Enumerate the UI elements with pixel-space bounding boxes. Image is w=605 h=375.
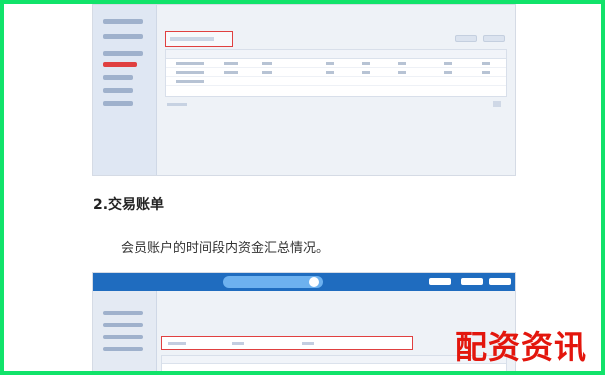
- sidebar-item[interactable]: [103, 347, 143, 351]
- sidebar: [93, 291, 157, 371]
- app-header-bar: [93, 273, 515, 291]
- highlighted-tab[interactable]: [165, 31, 233, 47]
- watermark-logo: 配资资讯: [455, 328, 588, 366]
- table-row[interactable]: [166, 59, 506, 68]
- screenshot-bottom: [92, 272, 516, 371]
- table-header: [166, 50, 506, 59]
- table-row[interactable]: [166, 77, 506, 86]
- sidebar-item[interactable]: [103, 34, 143, 39]
- header-button[interactable]: [461, 278, 483, 285]
- app-logo: [223, 276, 323, 288]
- sidebar-item[interactable]: [103, 101, 133, 106]
- table-footer-text: [167, 103, 187, 106]
- sidebar-item[interactable]: [103, 19, 143, 24]
- screenshot-top: [92, 4, 516, 176]
- page-frame: 2.交易账单 会员账户的时间段内资金汇总情况。 配资资讯: [0, 0, 605, 375]
- header-button[interactable]: [429, 278, 451, 285]
- toolbar-buttons: [455, 35, 505, 42]
- pagination[interactable]: [493, 101, 501, 107]
- sidebar-item[interactable]: [103, 323, 143, 327]
- table-row[interactable]: [166, 68, 506, 77]
- sidebar-item-active[interactable]: [103, 62, 137, 67]
- sidebar-item[interactable]: [103, 75, 133, 80]
- toolbar-button[interactable]: [455, 35, 477, 42]
- section-heading: 2.交易账单: [93, 197, 165, 213]
- sidebar-item[interactable]: [103, 335, 143, 339]
- section-paragraph: 会员账户的时间段内资金汇总情况。: [121, 241, 330, 256]
- header-button[interactable]: [489, 278, 511, 285]
- toolbar-button[interactable]: [483, 35, 505, 42]
- filter-bar-highlighted[interactable]: [161, 336, 413, 350]
- main-panel: [157, 5, 515, 175]
- sidebar-item[interactable]: [103, 311, 143, 315]
- sidebar-item[interactable]: [103, 88, 133, 93]
- sidebar-item[interactable]: [103, 51, 143, 56]
- sidebar: [93, 5, 157, 175]
- data-table: [165, 49, 507, 97]
